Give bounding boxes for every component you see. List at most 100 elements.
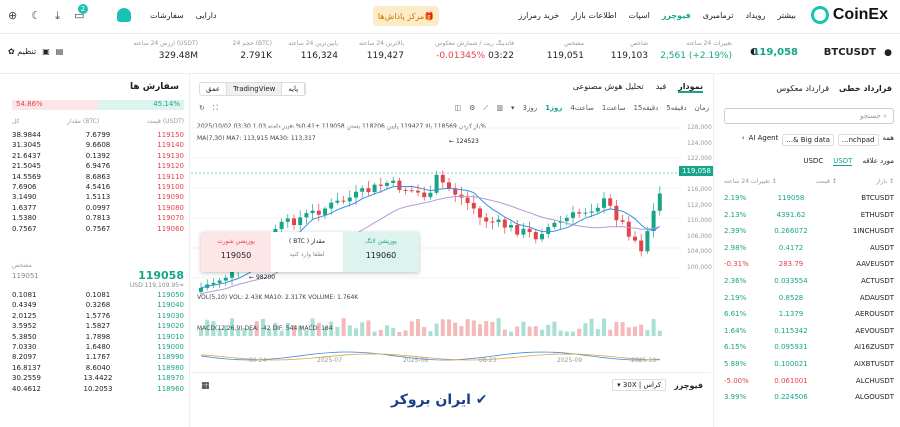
coinex-logo[interactable]: CoinEx	[810, 6, 888, 24]
tab-ai-analysis[interactable]: تحلیل هوش مصنوعی	[573, 82, 644, 93]
candle-body	[385, 182, 389, 186]
market-row[interactable]: 2.19% 0.8528 ADAUSDT	[724, 290, 894, 307]
orderbook-row[interactable]: 14.5569 8.6863 119110	[12, 172, 184, 182]
market-row[interactable]: 5.88% 0.100021 AIXBTUSDT	[724, 356, 894, 373]
favorite-icon[interactable]: ◐	[750, 47, 758, 57]
market-row[interactable]: 3.99% 0.224506 ALGOUSDT	[724, 389, 894, 406]
orderbook-row[interactable]: 16.8137 8.6040 118980	[12, 363, 184, 373]
candle-body	[639, 240, 644, 252]
orderbook-row[interactable]: 0.1081 0.1081 119050	[12, 290, 184, 300]
candle-body	[397, 180, 402, 190]
volume-bar	[595, 329, 600, 336]
interval-3d[interactable]: 3روز	[522, 104, 537, 118]
market-row[interactable]: 2.39% 0.266072 1INCHUSDT	[724, 223, 894, 240]
nav-futures[interactable]: فیوچرز	[662, 11, 691, 20]
nav-spot[interactable]: اسپات	[629, 11, 650, 20]
nav-more[interactable]: بیشتر	[777, 11, 796, 20]
volume-bar	[533, 326, 538, 336]
layout-icon[interactable]: ▣	[42, 47, 50, 56]
nav-market-info[interactable]: اطلاعات بازار	[571, 11, 616, 20]
stat-24h-change: تغییرات 24 ساعته 2,561 (+2.19%)	[660, 40, 732, 61]
short-position-button[interactable]: پوزیشن شورت 119050	[201, 232, 271, 272]
market-row[interactable]: 2.36% 0.033554 ACTUSDT	[724, 273, 894, 290]
interval-4h[interactable]: 4ساعت	[570, 104, 594, 118]
camera-icon[interactable]: ◫	[455, 104, 462, 118]
panel-icon[interactable]: ▤	[56, 47, 64, 56]
interval-5m[interactable]: 5دقیقه	[666, 104, 686, 118]
quantity-input[interactable]: ( BTC ) مقدار لطفا وارد کنید	[271, 232, 343, 272]
stat-volume-usdt: ارزش 24 ساعته (USDT) 329.48M	[133, 40, 198, 61]
chip-ai-agent[interactable]: AI Agent	[749, 134, 779, 146]
nav-events[interactable]: رویداد	[745, 11, 765, 20]
market-row[interactable]: 6.61% 1.1379 AEROUSDT	[724, 306, 894, 323]
margin-mode-select[interactable]: کراس | 30X ▾	[612, 379, 667, 391]
chevron-left-icon[interactable]: ‹	[742, 134, 745, 146]
orderbook-row[interactable]: 31.3045 9.6608 119140	[12, 140, 184, 150]
market-row[interactable]: -0.31% 283.79 AAVEUSDT	[724, 256, 894, 273]
chip-all[interactable]: همه	[883, 134, 895, 146]
tab-usdc[interactable]: USDC	[803, 157, 823, 166]
quick-order-popup: پوزیشن شورت 119050 ( BTC ) مقدار لطفا وا…	[201, 232, 419, 272]
settings-button[interactable]: ✿ تنظیم	[8, 47, 36, 56]
tab-usdt[interactable]: USDT	[833, 157, 853, 166]
orderbook-row[interactable]: 40.4612 10.2053 118960	[12, 384, 184, 394]
rewards-center-button[interactable]: مرکز پاداش‌ها 🎁	[373, 6, 439, 26]
view-basic[interactable]: پایه	[282, 83, 306, 95]
tab-feed[interactable]: فید	[656, 82, 666, 93]
search-input[interactable]: جستجو ⌕	[724, 108, 894, 124]
volume-bar	[385, 325, 389, 336]
market-row[interactable]: 2.13% 4391.62 ETHUSDT	[724, 207, 894, 224]
indicator-icon[interactable]: ▾	[511, 104, 515, 118]
orderbook-row[interactable]: 3.5952 1.5827 119020	[12, 321, 184, 331]
nav-orders[interactable]: سفارشات	[150, 11, 184, 20]
draw-icon[interactable]: ⟋	[483, 104, 488, 118]
settings-icon[interactable]: ⚙	[469, 104, 475, 118]
futures-label: فیوچرز	[674, 380, 703, 390]
nav-tournament[interactable]: ترمامبری	[703, 11, 734, 20]
globe-icon[interactable]: ⊕	[8, 9, 17, 23]
orderbook-row[interactable]: 1.6377 0.0997 119080	[12, 203, 184, 213]
orderbook-row[interactable]: 8.2097 1.1767 118990	[12, 352, 184, 362]
orderbook-row[interactable]: 21.6437 0.1392 119130	[12, 151, 184, 161]
market-row[interactable]: 6.15% 0.095931 AI16ZUSDT	[724, 339, 894, 356]
orderbook-row[interactable]: 0.7567 0.7567 119060	[12, 224, 184, 234]
chip-launchpad[interactable]: ...nchpad	[837, 134, 879, 146]
candle-body	[465, 197, 470, 203]
market-row[interactable]: 2.98% 0.4172 AUSDT	[724, 240, 894, 257]
theme-moon-icon[interactable]: ☾	[31, 9, 41, 23]
interval-15m[interactable]: 15دقیقه	[633, 104, 658, 118]
nav-buy-crypto[interactable]: خرید رمزارز	[518, 11, 559, 20]
calculator-icon[interactable]: ▦	[201, 381, 210, 391]
download-icon[interactable]: ⤓	[55, 9, 60, 23]
nav-assets[interactable]: دارایی	[196, 11, 217, 20]
market-row[interactable]: 2.19% 119058 BTCUSDT	[724, 190, 894, 207]
market-row[interactable]: -5.00% 0.061001 ALCHUSDT	[724, 373, 894, 390]
long-position-button[interactable]: پوزیشن لانگ 119060	[343, 232, 419, 272]
orderbook-row[interactable]: 7.0330 1.6480 119000	[12, 342, 184, 352]
view-depth[interactable]: عمق	[200, 83, 228, 95]
orderbook-row[interactable]: 1.5380 0.7813 119070	[12, 213, 184, 223]
interval-1d[interactable]: 1روز	[545, 104, 562, 118]
orderbook-row[interactable]: 2.0125 1.5776 119030	[12, 311, 184, 321]
orderbook-row[interactable]: 38.9844 7.6799 119150	[12, 130, 184, 140]
market-row[interactable]: 1.64% 0.115342 AEVOUSDT	[724, 323, 894, 340]
tab-favorites[interactable]: مورد علاقه	[862, 157, 894, 166]
orderbook-row[interactable]: 0.4349 0.3268 119040	[12, 300, 184, 310]
refresh-icon[interactable]: ↻	[199, 104, 205, 118]
interval-1h[interactable]: 1ساعت	[602, 104, 626, 118]
fullscreen-icon[interactable]: ⛶	[213, 104, 218, 118]
orderbook-row[interactable]: 5.3850 1.7898 119010	[12, 332, 184, 342]
orderbook-row[interactable]: 3.1490 1.5113 119090	[12, 192, 184, 202]
tab-inverse-contract[interactable]: قرارداد معکوس	[776, 84, 829, 93]
symbol-name[interactable]: BTCUSDT	[824, 47, 876, 58]
orderbook-row[interactable]: 30.2559 13.4422 118970	[12, 373, 184, 383]
candle-type-icon[interactable]: ▥	[496, 104, 503, 118]
orderbook-row[interactable]: 7.6906 4.5416 119100	[12, 182, 184, 192]
view-tradingview[interactable]: TradingView	[227, 83, 283, 95]
tab-chart[interactable]: نمودار	[678, 82, 703, 93]
tab-linear-contract[interactable]: قرارداد خطی	[839, 84, 892, 93]
avatar[interactable]	[117, 8, 131, 22]
interval-time[interactable]: زمان	[695, 104, 709, 118]
orderbook-row[interactable]: 21.5045 6.9476 119120	[12, 161, 184, 171]
chip-big-data[interactable]: ...& Big data	[782, 134, 834, 146]
